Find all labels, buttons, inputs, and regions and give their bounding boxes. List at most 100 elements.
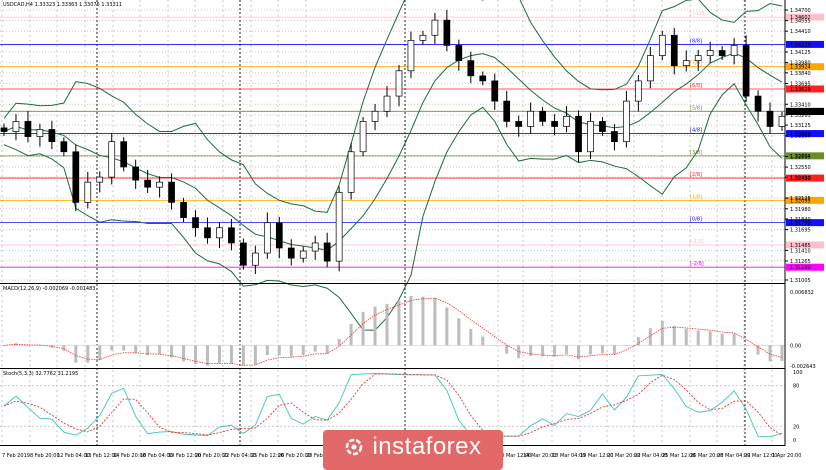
macd-bar: [134, 345, 138, 354]
candle-bear: [24, 121, 32, 137]
candle-bull: [694, 55, 702, 61]
macd-tick-label: 0.006832: [790, 290, 814, 296]
stoch-tick-label: 80: [793, 384, 799, 390]
murrey-level-label: [-2/8]: [690, 261, 704, 267]
candle-bull: [347, 151, 355, 193]
macd-bar: [732, 333, 736, 346]
macd-bar: [313, 345, 317, 352]
macd-bar: [612, 345, 616, 355]
murrey-level-label: [0/8]: [690, 217, 702, 223]
candle-bear: [0, 127, 8, 132]
macd-bar: [565, 345, 569, 354]
macd-bar: [744, 345, 748, 346]
macd-bar: [493, 345, 497, 346]
macd-bar: [660, 320, 664, 346]
macd-bar: [696, 330, 700, 346]
brand-name: instaforex: [372, 433, 482, 460]
candle-bear: [48, 129, 56, 143]
candle-bear: [467, 60, 475, 77]
macd-bar: [397, 300, 401, 346]
candle-bull: [36, 129, 44, 137]
instaforex-logo-icon: [344, 437, 364, 457]
murrey-level-label: [8/8]: [690, 38, 702, 44]
macd-bar: [505, 345, 509, 354]
candle-bear: [718, 50, 726, 56]
price-tick-label: 1.32980: [790, 134, 811, 140]
time-label: 8 Feb 20:00: [30, 453, 60, 459]
candle-bull: [527, 110, 534, 127]
candle-bull: [299, 250, 307, 259]
macd-bar: [74, 345, 78, 363]
price-tick-label: 1.33410: [790, 102, 811, 108]
instaforex-banner[interactable]: instaforex: [323, 430, 503, 470]
candle-bear: [599, 121, 606, 132]
murrey-price-value: 1.34229: [790, 42, 811, 48]
macd-bar: [110, 345, 114, 351]
price-tick-label: 1.33980: [790, 61, 811, 67]
price-tick-label: 1.33695: [790, 81, 811, 87]
candle-bear: [443, 19, 451, 46]
macd-bar: [708, 331, 712, 346]
candle-bull: [419, 34, 427, 41]
macd-bar: [648, 328, 652, 346]
stoch-tick-label: 0: [793, 438, 796, 444]
price-chart[interactable]: [+2/8]1.34895[+1/8]1.34602[8/8]1.34229[7…: [0, 0, 826, 464]
candle-bull: [658, 34, 666, 56]
macd-bar: [301, 345, 305, 356]
candle-bear: [670, 34, 678, 67]
macd-bar: [325, 345, 329, 354]
macd-bar: [229, 345, 233, 364]
murrey-level-label: [4/8]: [690, 128, 702, 134]
macd-bar: [780, 345, 784, 362]
candle-bull: [84, 181, 92, 203]
candle-bear: [240, 242, 247, 266]
macd-bar: [529, 345, 533, 357]
candle-bull: [335, 191, 343, 262]
price-tick-label: 1.32695: [790, 155, 811, 161]
candles: [0, 9, 786, 275]
candle-bear: [228, 227, 235, 244]
murrey-level-label: [2/8]: [690, 172, 702, 178]
macd-bar: [289, 345, 293, 357]
candle-bear: [275, 222, 283, 249]
macd-bar: [217, 345, 221, 364]
murrey-price-value: 1.31180: [790, 265, 811, 271]
stochastic-panel: [0, 373, 785, 438]
time-label: 1 Apr 20:00: [772, 453, 801, 459]
macd-bar: [624, 345, 628, 346]
murrey-level-label: [6/8]: [690, 83, 702, 89]
candle-bull: [383, 95, 391, 112]
stoch-tick-label: 20: [793, 424, 799, 430]
price-tick-label: 1.33265: [790, 113, 811, 119]
macd-bar: [337, 338, 341, 346]
price-tick-label: 1.31265: [790, 259, 811, 265]
time-label: 7 Feb 2019: [2, 453, 30, 459]
candle-bear: [766, 110, 774, 127]
macd-bar: [265, 345, 269, 356]
price-tick-label: 1.31980: [790, 207, 811, 213]
candle-bear: [132, 166, 140, 181]
macd-panel: [0, 296, 785, 366]
candle-bear: [455, 45, 463, 61]
candle-bull: [623, 100, 630, 143]
candle-bear: [742, 45, 750, 97]
murrey-level-label: [+1/8]: [690, 11, 706, 17]
candle-bull: [646, 55, 654, 82]
macd-bar: [373, 306, 377, 346]
candle-bull: [563, 115, 570, 127]
stoch-k-line: [3, 373, 783, 438]
bollinger-lower: [3, 82, 783, 331]
macd-bar: [361, 311, 365, 346]
candle-bull: [216, 227, 223, 239]
price-tick-label: 1.31410: [790, 248, 811, 254]
candle-bear: [754, 95, 762, 112]
macd-bar: [277, 345, 281, 356]
candle-bear: [323, 242, 331, 262]
candle-bear: [144, 179, 151, 188]
candle-bull: [682, 60, 690, 67]
candle-bull: [778, 115, 786, 127]
macd-bar: [588, 345, 592, 355]
candle-bull: [263, 222, 271, 254]
macd-bar: [409, 296, 413, 346]
candle-bull: [371, 110, 379, 122]
